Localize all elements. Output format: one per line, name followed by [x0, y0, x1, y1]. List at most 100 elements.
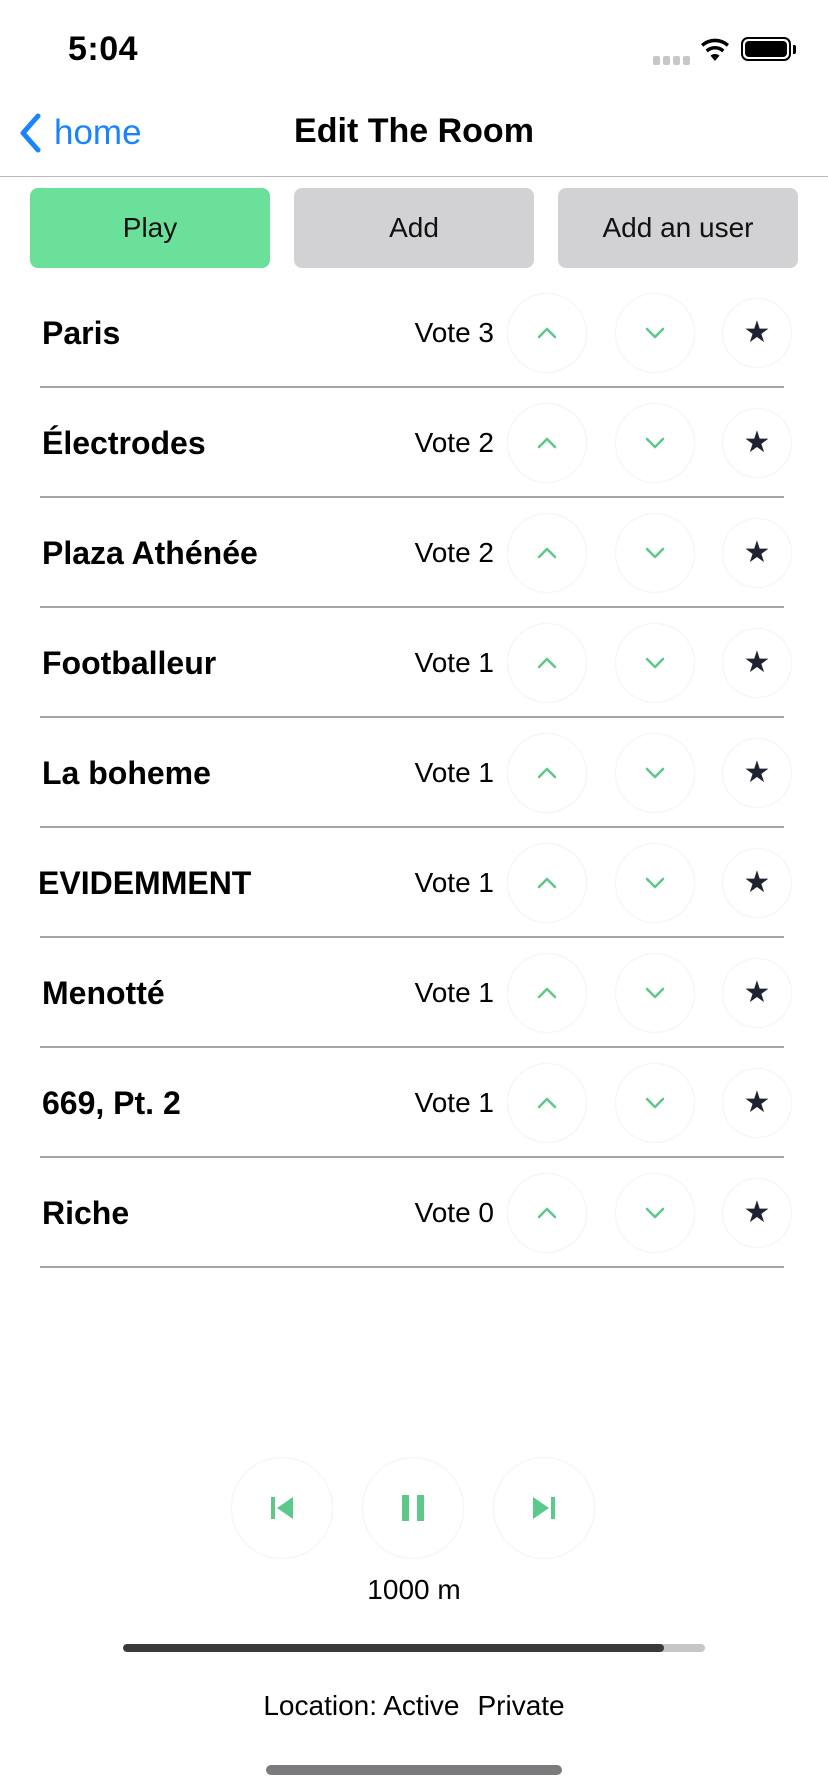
- star-icon: ★: [743, 536, 771, 569]
- downvote-button[interactable]: [616, 624, 694, 702]
- chevron-up-icon: [537, 987, 557, 999]
- privacy-status: Private: [477, 1690, 565, 1721]
- song-title: Footballeur: [42, 645, 217, 681]
- upvote-button[interactable]: [508, 734, 586, 812]
- chevron-down-icon: [645, 327, 665, 339]
- upvote-button[interactable]: [508, 514, 586, 592]
- skip-next-icon: [533, 1497, 555, 1519]
- chevron-down-icon: [645, 877, 665, 889]
- chevron-down-icon: [645, 767, 665, 779]
- pause-button[interactable]: [363, 1458, 463, 1558]
- downvote-button[interactable]: [616, 734, 694, 812]
- chevron-up-icon: [537, 657, 557, 669]
- distance-label: 1000 m: [367, 1574, 461, 1605]
- chevron-down-icon: [645, 547, 665, 559]
- song-title: Plaza Athénée: [42, 535, 258, 571]
- status-footer: Location: Active Private: [0, 1690, 828, 1722]
- upvote-button[interactable]: [508, 624, 586, 702]
- battery-icon: [741, 37, 791, 61]
- favorite-button[interactable]: ★: [723, 1179, 791, 1247]
- favorite-button[interactable]: ★: [723, 629, 791, 697]
- battery-cap: [793, 45, 796, 54]
- navigation-bar: home Edit The Room: [0, 100, 828, 177]
- song-row: Paris Vote 3 ★: [0, 278, 828, 388]
- song-row: Plaza Athénée Vote 2 ★: [0, 498, 828, 608]
- song-row: Électrodes Vote 2 ★: [0, 388, 828, 498]
- star-icon: ★: [743, 1196, 771, 1229]
- downvote-button[interactable]: [616, 404, 694, 482]
- favorite-button[interactable]: ★: [723, 959, 791, 1027]
- chevron-down-icon: [645, 437, 665, 449]
- song-title: EVIDEMMENT: [38, 865, 252, 901]
- downvote-button[interactable]: [616, 294, 694, 372]
- next-track-button[interactable]: [494, 1458, 594, 1558]
- previous-track-button[interactable]: [232, 1458, 332, 1558]
- downvote-button[interactable]: [616, 1064, 694, 1142]
- chevron-up-icon: [537, 327, 557, 339]
- vote-count: Vote 2: [414, 427, 494, 458]
- vote-count: Vote 2: [414, 537, 494, 568]
- chevron-down-icon: [645, 1097, 665, 1109]
- chevron-up-icon: [537, 1207, 557, 1219]
- add-user-button[interactable]: Add an user: [558, 188, 798, 268]
- song-row: EVIDEMMENT Vote 1 ★: [0, 828, 828, 938]
- upvote-button[interactable]: [508, 844, 586, 922]
- vote-count: Vote 1: [414, 1087, 494, 1118]
- favorite-button[interactable]: ★: [723, 519, 791, 587]
- upvote-button[interactable]: [508, 1064, 586, 1142]
- star-icon: ★: [743, 646, 771, 679]
- play-button[interactable]: Play: [30, 188, 270, 268]
- vote-count: Vote 3: [414, 317, 494, 348]
- star-icon: ★: [743, 426, 771, 459]
- song-title: Riche: [42, 1195, 130, 1231]
- upvote-button[interactable]: [508, 404, 586, 482]
- downvote-button[interactable]: [616, 954, 694, 1032]
- vote-count: Vote 1: [414, 757, 494, 788]
- song-row: 669, Pt. 2 Vote 1 ★: [0, 1048, 828, 1158]
- playback-progress-bar[interactable]: [123, 1644, 705, 1652]
- downvote-button[interactable]: [616, 1174, 694, 1252]
- upvote-button[interactable]: [508, 1174, 586, 1252]
- song-title: Paris: [42, 315, 121, 351]
- cellular-signal-icon: [653, 52, 693, 70]
- favorite-button[interactable]: ★: [723, 299, 791, 367]
- chevron-down-icon: [645, 1207, 665, 1219]
- vote-count: Vote 1: [414, 977, 494, 1008]
- page-title: Edit The Room: [294, 112, 534, 150]
- vote-count: Vote 1: [414, 647, 494, 678]
- upvote-button[interactable]: [508, 954, 586, 1032]
- downvote-button[interactable]: [616, 844, 694, 922]
- chevron-up-icon: [537, 547, 557, 559]
- favorite-button[interactable]: ★: [723, 739, 791, 807]
- location-status: Location: Active: [263, 1690, 460, 1721]
- chevron-up-icon: [537, 437, 557, 449]
- status-bar: 5:04: [0, 0, 828, 100]
- skip-previous-icon: [271, 1497, 293, 1519]
- star-icon: ★: [743, 1086, 771, 1119]
- song-title: Menotté: [42, 975, 165, 1011]
- downvote-button[interactable]: [616, 514, 694, 592]
- favorite-button[interactable]: ★: [723, 849, 791, 917]
- add-button[interactable]: Add: [294, 188, 534, 268]
- chevron-down-icon: [645, 657, 665, 669]
- song-title: 669, Pt. 2: [42, 1085, 181, 1121]
- chevron-down-icon: [645, 987, 665, 999]
- status-time: 5:04: [68, 30, 139, 68]
- song-title: Électrodes: [42, 425, 206, 461]
- song-title: La boheme: [42, 755, 211, 791]
- favorite-button[interactable]: ★: [723, 409, 791, 477]
- wifi-icon: [698, 36, 732, 67]
- progress-fill: [123, 1644, 665, 1652]
- chevron-up-icon: [537, 877, 557, 889]
- home-indicator: [266, 1765, 562, 1775]
- star-icon: ★: [743, 316, 771, 349]
- upvote-button[interactable]: [508, 294, 586, 372]
- song-row: La boheme Vote 1 ★: [0, 718, 828, 828]
- star-icon: ★: [743, 866, 771, 899]
- vote-count: Vote 0: [414, 1197, 494, 1228]
- song-row: Footballeur Vote 1 ★: [0, 608, 828, 718]
- pause-icon: [402, 1495, 424, 1521]
- favorite-button[interactable]: ★: [723, 1069, 791, 1137]
- row-divider: [40, 1266, 784, 1268]
- chevron-up-icon: [537, 767, 557, 779]
